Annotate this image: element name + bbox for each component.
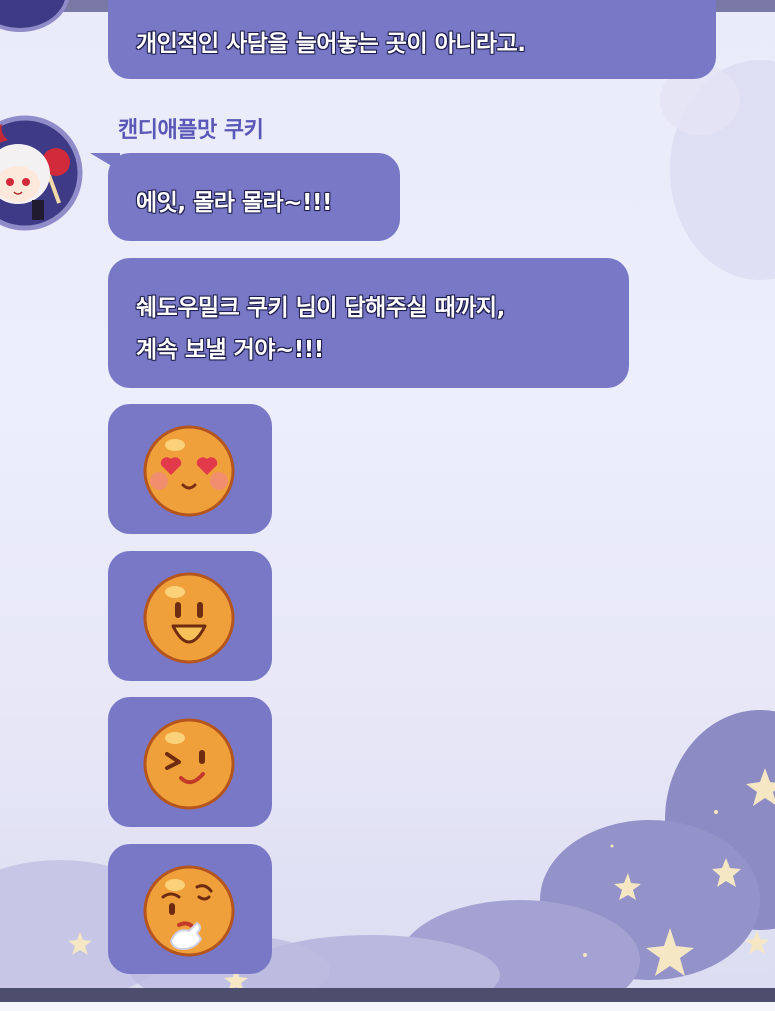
bubble-tail	[90, 153, 120, 171]
candy-apple-cookie-avatar	[0, 115, 83, 231]
message-bubble: 에잇, 몰라 몰라~!!!	[90, 153, 400, 241]
big-smile-emoji	[143, 572, 235, 664]
emoji-message-bubble	[108, 404, 272, 534]
message-text-line: 쉐도우밀크 쿠키 님이 답해주실 때까지,	[136, 295, 505, 321]
wink-emoji	[143, 718, 235, 810]
emoji-message-bubble	[108, 697, 272, 827]
thinking-emoji	[143, 865, 235, 957]
message-bubble-previous: 개인적인 사담을 늘어놓는 곳이 아니라고.	[108, 0, 716, 79]
message-text: 개인적인 사담을 늘어놓는 곳이 아니라고.	[136, 31, 526, 57]
bottom-strip	[0, 1002, 775, 1011]
bottom-bar	[0, 988, 775, 1002]
sender-name: 캔디애플맛 쿠키	[118, 118, 264, 143]
message-text: 에잇, 몰라 몰라~!!!	[136, 190, 332, 216]
emoji-message-bubble	[108, 551, 272, 681]
emoji-message-bubble	[108, 844, 272, 974]
heart-eyes-emoji	[143, 425, 235, 517]
message-bubble: 쉐도우밀크 쿠키 님이 답해주실 때까지, 계속 보낼 거야~!!!	[108, 258, 629, 388]
message-text-line: 계속 보낼 거야~!!!	[136, 337, 324, 363]
